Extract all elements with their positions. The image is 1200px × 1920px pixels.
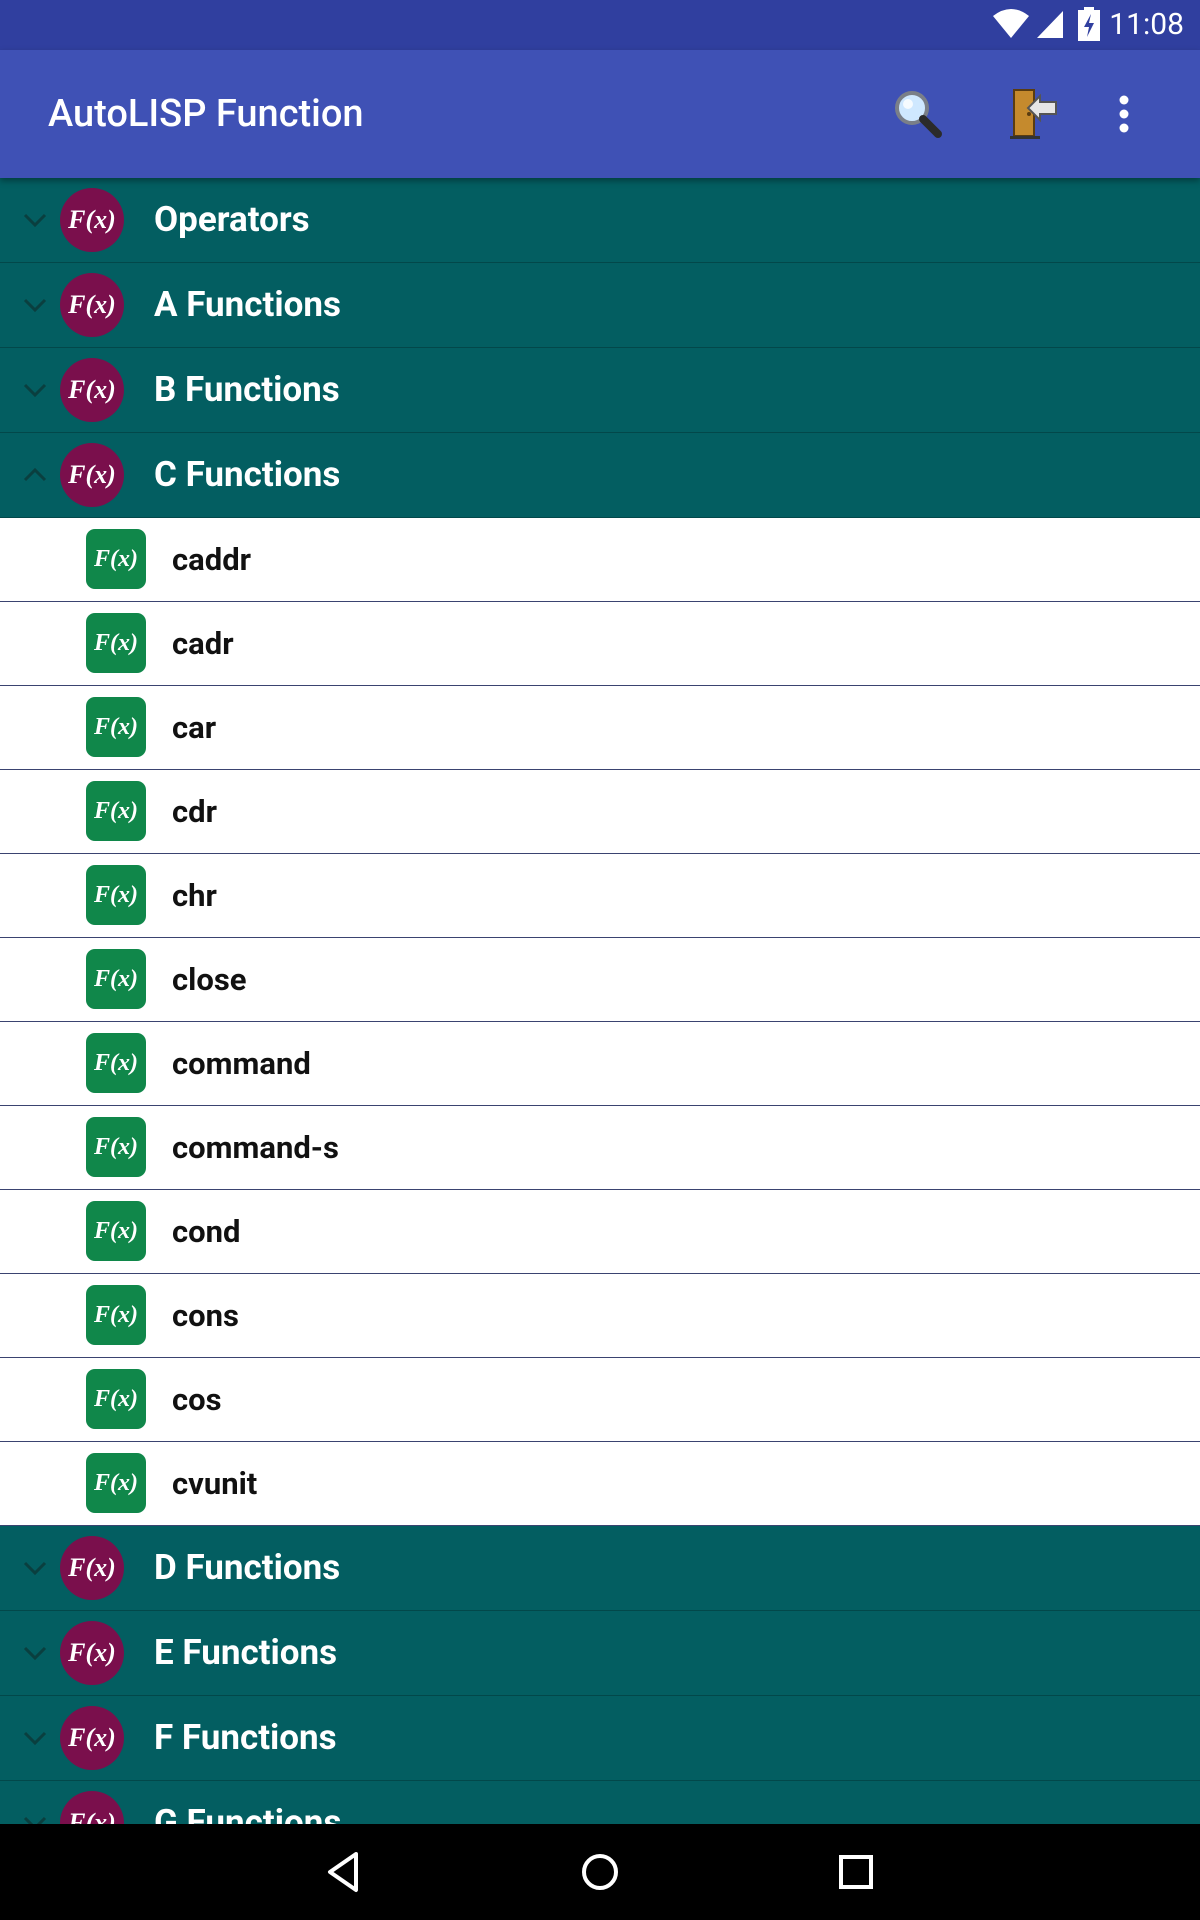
- function-icon: F(x): [86, 1117, 146, 1177]
- chevron-down-icon: [23, 298, 47, 313]
- app-bar: AutoLISP Function: [0, 50, 1200, 178]
- function-list-item[interactable]: F(x) cdr: [0, 770, 1200, 854]
- function-name: car: [172, 709, 217, 746]
- function-icon: F(x): [60, 1621, 124, 1685]
- function-list[interactable]: F(x) Operators F(x) A Functions F(x) B Functi…: [0, 178, 1200, 1824]
- function-name: cos: [172, 1381, 222, 1418]
- back-icon[interactable]: [320, 1848, 368, 1896]
- function-list-item[interactable]: F(x) close: [0, 938, 1200, 1022]
- function-icon: F(x): [86, 1033, 146, 1093]
- group-label: G Functions: [154, 1802, 342, 1824]
- function-icon: F(x): [86, 1285, 146, 1345]
- group-label: B Functions: [154, 369, 340, 410]
- function-name: command-s: [172, 1129, 339, 1166]
- function-name: chr: [172, 877, 217, 914]
- function-list-item[interactable]: F(x) cvunit: [0, 1442, 1200, 1526]
- group-label: A Functions: [154, 284, 341, 325]
- function-name: cons: [172, 1297, 239, 1334]
- function-list-item[interactable]: F(x) car: [0, 686, 1200, 770]
- group-label: C Functions: [154, 454, 341, 495]
- group-header-d-functions[interactable]: F(x) D Functions: [0, 1526, 1200, 1611]
- group-label: F Functions: [154, 1717, 337, 1758]
- wifi-icon: [993, 9, 1029, 38]
- status-time: 11:08: [1109, 7, 1184, 42]
- function-list-item[interactable]: F(x) cos: [0, 1358, 1200, 1442]
- group-label: E Functions: [154, 1632, 338, 1673]
- function-icon: F(x): [60, 443, 124, 507]
- function-icon: F(x): [60, 188, 124, 252]
- function-name: cvunit: [172, 1465, 258, 1502]
- function-icon: F(x): [86, 1201, 146, 1261]
- function-icon: F(x): [86, 781, 146, 841]
- function-icon: F(x): [60, 1791, 124, 1824]
- group-header-a-functions[interactable]: F(x) A Functions: [0, 263, 1200, 348]
- chevron-down-icon: [23, 1816, 47, 1824]
- recents-icon[interactable]: [832, 1848, 880, 1896]
- chevron-down-icon: [23, 213, 47, 228]
- function-icon: F(x): [86, 865, 146, 925]
- function-list-item[interactable]: F(x) caddr: [0, 518, 1200, 602]
- function-name: cdr: [172, 793, 217, 830]
- cellular-signal-icon: [1037, 11, 1063, 38]
- function-icon: F(x): [60, 1706, 124, 1770]
- group-label: D Functions: [154, 1547, 341, 1588]
- function-icon: F(x): [86, 1453, 146, 1513]
- status-bar: 11:08: [0, 0, 1200, 50]
- function-icon: F(x): [60, 358, 124, 422]
- function-name: caddr: [172, 541, 251, 578]
- group-header-e-functions[interactable]: F(x) E Functions: [0, 1611, 1200, 1696]
- function-list-item[interactable]: F(x) cadr: [0, 602, 1200, 686]
- battery-charging-icon: [1078, 7, 1100, 41]
- navigation-bar: [0, 1824, 1200, 1920]
- group-label: Operators: [154, 199, 310, 240]
- search-icon[interactable]: [890, 86, 946, 142]
- function-list-item[interactable]: F(x) cons: [0, 1274, 1200, 1358]
- function-name: close: [172, 961, 247, 998]
- function-icon: F(x): [86, 1369, 146, 1429]
- group-header-b-functions[interactable]: F(x) B Functions: [0, 348, 1200, 433]
- chevron-down-icon: [23, 1731, 47, 1746]
- function-name: cond: [172, 1213, 241, 1250]
- function-list-item[interactable]: F(x) chr: [0, 854, 1200, 938]
- group-header-operators[interactable]: F(x) Operators: [0, 178, 1200, 263]
- function-name: cadr: [172, 625, 234, 662]
- chevron-down-icon: [23, 1646, 47, 1661]
- function-icon: F(x): [86, 529, 146, 589]
- home-icon[interactable]: [576, 1848, 624, 1896]
- chevron-down-icon: [23, 1561, 47, 1576]
- chevron-up-icon: [23, 467, 47, 482]
- function-list-item[interactable]: F(x) cond: [0, 1190, 1200, 1274]
- group-header-f-functions[interactable]: F(x) F Functions: [0, 1696, 1200, 1781]
- function-icon: F(x): [86, 613, 146, 673]
- more-vert-icon[interactable]: [1096, 86, 1152, 142]
- app-title: AutoLISP Function: [48, 92, 364, 136]
- exit-door-icon[interactable]: [1004, 86, 1060, 142]
- function-list-item[interactable]: F(x) command-s: [0, 1106, 1200, 1190]
- function-icon: F(x): [60, 1536, 124, 1600]
- function-list-item[interactable]: F(x) command: [0, 1022, 1200, 1106]
- group-header-c-functions[interactable]: F(x) C Functions: [0, 433, 1200, 518]
- function-icon: F(x): [60, 273, 124, 337]
- function-icon: F(x): [86, 949, 146, 1009]
- function-name: command: [172, 1045, 311, 1082]
- group-header-g-functions[interactable]: F(x) G Functions: [0, 1781, 1200, 1824]
- function-icon: F(x): [86, 697, 146, 757]
- chevron-down-icon: [23, 383, 47, 398]
